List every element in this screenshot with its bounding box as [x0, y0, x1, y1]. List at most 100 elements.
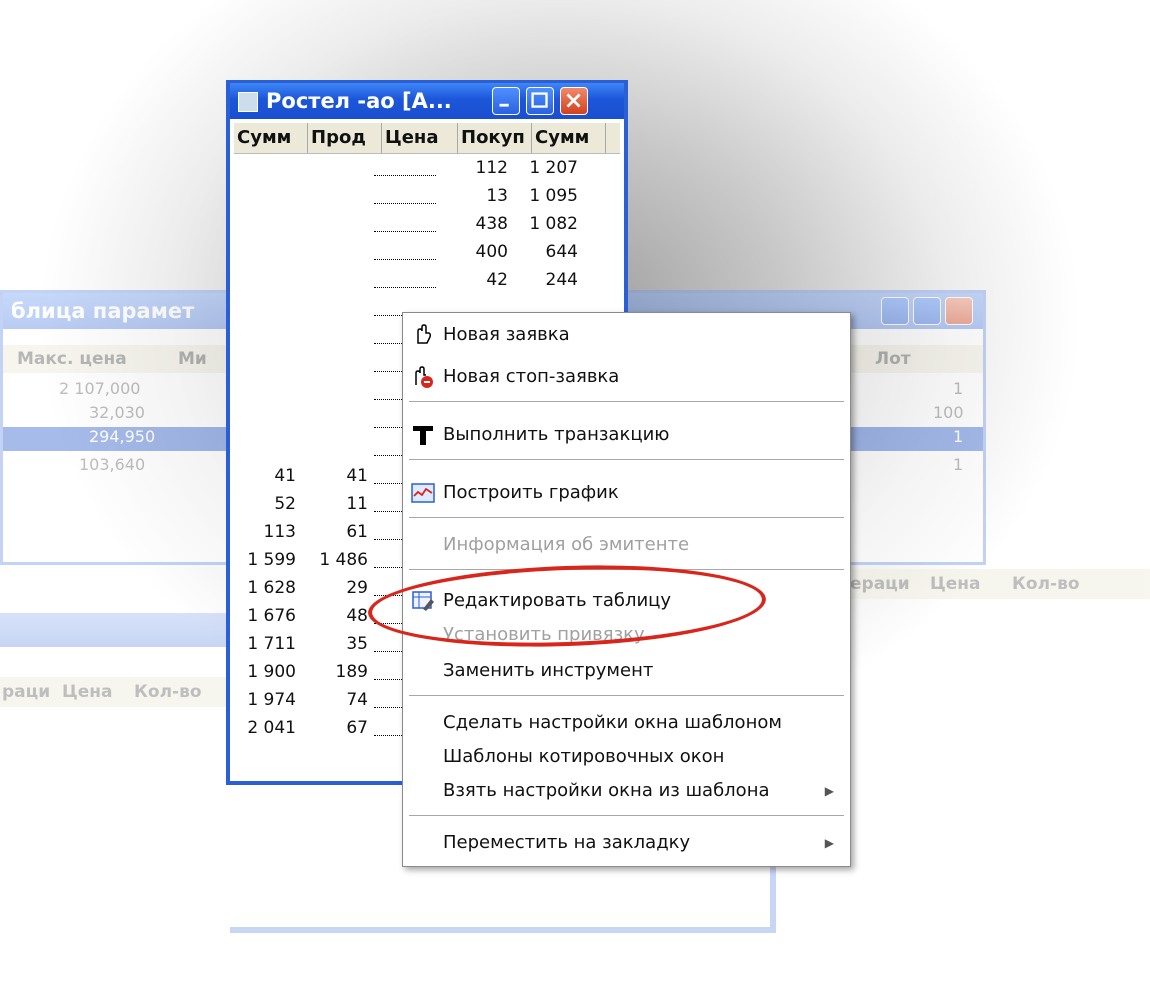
- trades-header-right: ераци Цена Кол-во: [848, 569, 1150, 599]
- cell-sum: 1 676: [247, 606, 296, 626]
- menu-item-make-template[interactable]: Сделать настройки окна шаблоном: [403, 705, 848, 741]
- cell: 1: [953, 379, 964, 398]
- minimize-icon[interactable]: [492, 87, 520, 115]
- cell: 32,030: [89, 403, 145, 422]
- menu-label: Шаблоны котировочных окон: [443, 746, 725, 767]
- col-price: Цена: [62, 682, 113, 702]
- cell-sum: 41: [274, 466, 296, 486]
- maximize-icon[interactable]: [526, 87, 554, 115]
- cell-sum2: 1 207: [529, 158, 578, 178]
- col-price[interactable]: Цена: [382, 123, 458, 153]
- cell-buy: 438: [475, 214, 508, 234]
- cell-sell: [304, 238, 374, 266]
- cell-sell: 1 486: [319, 550, 368, 570]
- quote-window-title: Ростел -ао [А...: [266, 89, 452, 113]
- cell-sum: 113: [263, 522, 296, 542]
- cell: 1: [953, 455, 964, 474]
- cell-sum: [234, 154, 304, 182]
- cell-sum: 1 711: [247, 634, 296, 654]
- col-sum2[interactable]: Сумм: [532, 123, 606, 153]
- stop-hand-icon: [415, 366, 433, 388]
- menu-separator: [409, 401, 844, 402]
- price-placeholder: [374, 158, 436, 176]
- col-price: Цена: [930, 574, 981, 594]
- menu-item-new-order[interactable]: Новая заявка: [403, 317, 848, 353]
- quote-row[interactable]: 112 1 207: [234, 154, 620, 182]
- menu-item-move-to-tab[interactable]: Переместить на закладку ▶: [403, 825, 848, 861]
- cell-sum2: 1 082: [529, 214, 578, 234]
- menu-item-replace-instrument[interactable]: Заменить инструмент: [403, 653, 848, 689]
- cell-sum: [234, 378, 304, 406]
- price-placeholder: [374, 214, 436, 232]
- quote-row[interactable]: 438 1 082: [234, 210, 620, 238]
- minimize-icon[interactable]: [881, 297, 909, 325]
- cell-sell: [304, 406, 374, 434]
- transaction-icon: [413, 426, 433, 445]
- cell-sum2: 644: [545, 242, 578, 262]
- col-sell[interactable]: Прод: [308, 123, 382, 153]
- col-buy[interactable]: Покуп: [458, 123, 532, 153]
- close-icon[interactable]: [945, 297, 973, 325]
- menu-item-build-chart[interactable]: Построить график: [403, 475, 848, 511]
- cell-sum: [234, 266, 304, 294]
- params-window-title: блица парамет: [11, 299, 195, 323]
- menu-separator: [409, 695, 844, 696]
- quote-row[interactable]: 42 244: [234, 266, 620, 294]
- cell-price: [374, 210, 446, 238]
- cell-sell: [304, 182, 374, 210]
- menu-label: Новая стоп-заявка: [443, 366, 620, 387]
- cell-sell: [304, 378, 374, 406]
- cell-price: [374, 266, 446, 294]
- cell-sell: [304, 210, 374, 238]
- cell-price: [374, 182, 446, 210]
- menu-item-new-stop-order[interactable]: Новая стоп-заявка: [403, 359, 848, 395]
- menu-item-execute-transaction[interactable]: Выполнить транзакцию: [403, 417, 848, 453]
- menu-separator: [409, 459, 844, 460]
- app-icon: [238, 92, 258, 112]
- menu-item-quote-templates[interactable]: Шаблоны котировочных окон: [403, 739, 848, 775]
- trades-header-left: раци Цена Кол-во: [0, 677, 230, 707]
- menu-label: Информация об эмитенте: [443, 534, 690, 555]
- cell-buy: 112: [475, 158, 508, 178]
- cell-sum2: 244: [545, 270, 578, 290]
- maximize-icon[interactable]: [913, 297, 941, 325]
- cell-sum: 1 599: [247, 550, 296, 570]
- col-max-price: Макс. цена: [17, 349, 127, 369]
- cell-sum: [234, 210, 304, 238]
- cell-buy: 400: [475, 242, 508, 262]
- menu-label: Переместить на закладку: [443, 832, 691, 853]
- col-operation: ераци: [850, 574, 910, 594]
- cell-sell: [304, 434, 374, 462]
- col-min: Ми: [178, 349, 207, 369]
- cell-sell: 41: [346, 466, 368, 486]
- menu-label: Выполнить транзакцию: [443, 424, 670, 445]
- cell-sum: [234, 350, 304, 378]
- cell-sell: 61: [346, 522, 368, 542]
- col-sum[interactable]: Сумм: [234, 123, 308, 153]
- cell-sell: 189: [335, 662, 368, 682]
- cell-sum: 1 974: [247, 690, 296, 710]
- menu-item-take-from-template[interactable]: Взять настройки окна из шаблона ▶: [403, 773, 848, 809]
- cell-sell: 11: [346, 494, 368, 514]
- cell-price: [374, 238, 446, 266]
- cell: 2 107,000: [59, 379, 141, 398]
- cell: 103,640: [79, 455, 146, 474]
- submenu-arrow-icon: ▶: [824, 784, 834, 798]
- quote-row[interactable]: 400 644: [234, 238, 620, 266]
- menu-label: Новая заявка: [443, 324, 570, 345]
- cell-buy: 42: [486, 270, 508, 290]
- close-icon[interactable]: [560, 87, 588, 115]
- cell-sell: 29: [346, 578, 368, 598]
- menu-item-issuer-info: Информация об эмитенте: [403, 527, 848, 563]
- cell-sum: [234, 434, 304, 462]
- menu-label: Взять настройки окна из шаблона: [443, 780, 770, 801]
- price-placeholder: [374, 186, 436, 204]
- menu-label: Сделать настройки окна шаблоном: [443, 712, 782, 733]
- cell-sum: 1 900: [247, 662, 296, 682]
- quote-row[interactable]: 13 1 095: [234, 182, 620, 210]
- quote-table-header: Сумм Прод Цена Покуп Сумм: [234, 123, 620, 154]
- cell-sell: [304, 322, 374, 350]
- cell-sum: 1 628: [247, 578, 296, 598]
- price-placeholder: [374, 270, 436, 288]
- cell-sum: [234, 406, 304, 434]
